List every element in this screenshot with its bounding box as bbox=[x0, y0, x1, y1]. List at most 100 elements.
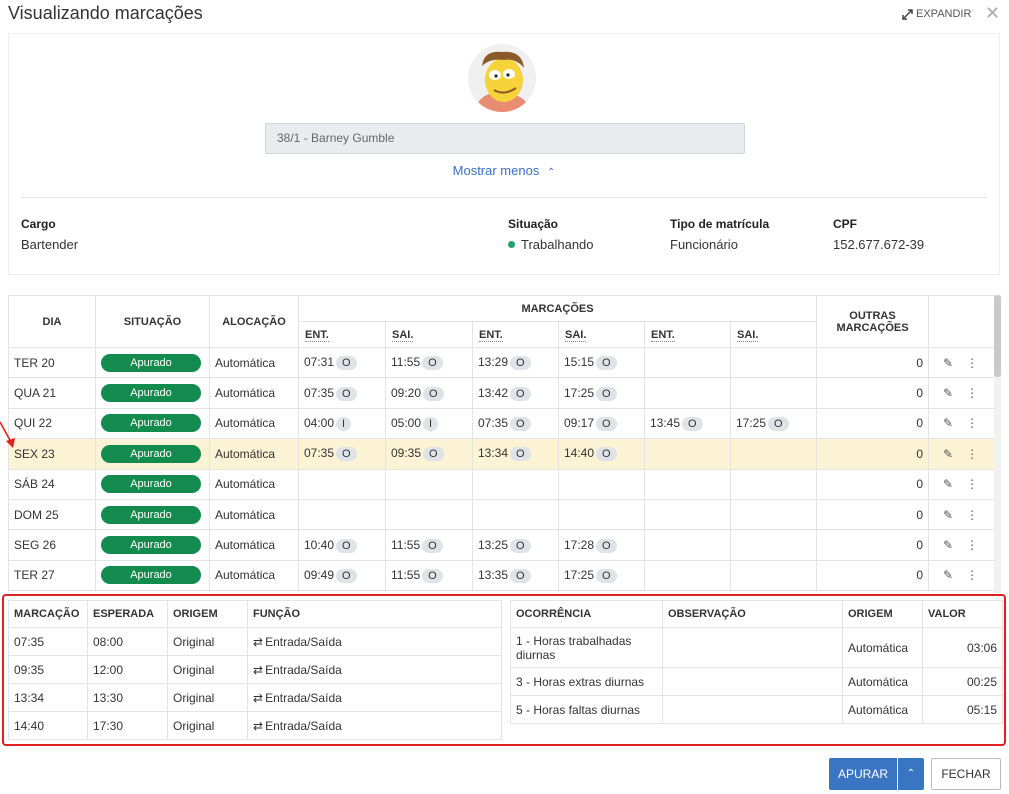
pencil-icon[interactable]: ✎ bbox=[943, 447, 953, 461]
table-row[interactable]: DOM 25 Apurado Automática 0 ✎ ⋮ bbox=[8, 498, 995, 531]
punch-origin-tag: O bbox=[336, 356, 357, 371]
scrollbar-thumb[interactable] bbox=[994, 295, 1001, 377]
other-punches-cell: 0 bbox=[816, 407, 929, 440]
expand-button[interactable]: EXPANDIR bbox=[902, 8, 971, 20]
more-vertical-icon[interactable]: ⋮ bbox=[966, 416, 978, 430]
punch-cell[interactable]: 11:55 O bbox=[385, 346, 473, 379]
occurrence-header: OBSERVAÇÃO bbox=[662, 600, 843, 628]
punch-cell[interactable]: 05:00 I bbox=[385, 407, 473, 440]
show-less-link[interactable]: Mostrar menos ⌃ bbox=[9, 163, 999, 178]
more-vertical-icon[interactable]: ⋮ bbox=[966, 538, 978, 552]
apurar-options-button[interactable]: ⌃ bbox=[898, 758, 924, 790]
table-row[interactable]: TER 20 Apurado Automática 07:31 O 11:55 O 13:29… bbox=[8, 346, 995, 379]
more-vertical-icon[interactable]: ⋮ bbox=[966, 508, 978, 522]
punch-cell[interactable]: 07:35 O bbox=[472, 407, 559, 440]
allocation-cell: Automática bbox=[209, 498, 299, 531]
punch-origin-tag: O bbox=[336, 386, 357, 401]
punch-cell bbox=[558, 468, 645, 500]
punch-cell[interactable]: 09:20 O bbox=[385, 377, 473, 409]
close-icon[interactable]: ✕ bbox=[985, 3, 1000, 24]
header-ent-2: ENT. bbox=[472, 321, 559, 348]
table-row[interactable]: SEG 26 Apurado Automática 10:40 O 11:55 O 13:25… bbox=[8, 529, 995, 561]
punch-cell[interactable]: 13:45 O bbox=[644, 407, 731, 440]
cpf-value: 152.677.672-39 bbox=[833, 237, 925, 252]
punch-cell[interactable]: 11:55 O bbox=[385, 559, 473, 592]
apurar-button[interactable]: APURAR bbox=[829, 758, 897, 790]
more-vertical-icon[interactable]: ⋮ bbox=[966, 477, 978, 491]
punch-cell[interactable]: 17:25 O bbox=[558, 377, 645, 409]
table-row[interactable]: QUA 21 Apurado Automática 07:35 O 09:20 O 13:42… bbox=[8, 377, 995, 409]
occurrence-cell: Automática bbox=[842, 695, 923, 724]
swap-icon: ⇄ bbox=[253, 634, 264, 649]
punch-origin-tag: O bbox=[510, 386, 531, 401]
cell-text: Original bbox=[173, 634, 215, 649]
pencil-icon[interactable]: ✎ bbox=[943, 386, 953, 400]
punch-cell[interactable]: 13:35 O bbox=[472, 559, 559, 592]
subheader-label: SAI. bbox=[737, 328, 759, 342]
status-badge: Apurado bbox=[101, 444, 201, 463]
fechar-button[interactable]: FECHAR bbox=[931, 758, 1001, 790]
table-row[interactable]: SEX 23 Apurado Automática 07:35 O 09:35 O 13:34… bbox=[8, 438, 995, 470]
table-scrollbar[interactable] bbox=[994, 295, 1001, 593]
pencil-icon[interactable]: ✎ bbox=[943, 568, 953, 582]
punch-cell[interactable]: 07:35 O bbox=[298, 438, 386, 470]
punch-detail-cell: 07:35 bbox=[8, 627, 88, 656]
punch-origin-tag: O bbox=[596, 416, 617, 431]
header-outras: OUTRAS MARCAÇÕES bbox=[816, 295, 929, 348]
pencil-icon[interactable]: ✎ bbox=[943, 477, 953, 491]
punch-time: 07:31 bbox=[304, 355, 335, 370]
employee-field[interactable]: 38/1 - Barney Gumble bbox=[265, 123, 745, 154]
punch-cell[interactable]: 09:35 O bbox=[385, 438, 473, 470]
punch-cell bbox=[385, 498, 473, 531]
punch-cell[interactable]: 09:17 O bbox=[558, 407, 645, 440]
punch-time: 09:35 bbox=[391, 446, 422, 461]
punch-detail-cell: 17:30 bbox=[87, 711, 168, 740]
punch-cell bbox=[644, 529, 731, 561]
more-vertical-icon[interactable]: ⋮ bbox=[966, 447, 978, 461]
table-row[interactable]: SÁB 24 Apurado Automática 0 ✎ ⋮ bbox=[8, 468, 995, 500]
punch-time: 11:55 bbox=[391, 355, 421, 370]
allocation-cell: Automática bbox=[209, 346, 299, 379]
punch-cell[interactable]: 07:31 O bbox=[298, 346, 386, 379]
punch-cell[interactable]: 15:15 O bbox=[558, 346, 645, 379]
header-sai-3: SAI. bbox=[730, 321, 817, 348]
punch-cell[interactable]: 09:49 O bbox=[298, 559, 386, 592]
punch-cell[interactable]: 17:25 O bbox=[730, 407, 817, 440]
pencil-icon[interactable]: ✎ bbox=[943, 416, 953, 430]
cell-text: Entrada/Saída bbox=[265, 718, 342, 733]
pencil-icon[interactable]: ✎ bbox=[943, 356, 953, 370]
allocation-cell: Automática bbox=[209, 559, 299, 592]
expand-icon bbox=[902, 8, 913, 20]
punch-time: 07:35 bbox=[304, 446, 335, 461]
punch-cell bbox=[644, 468, 731, 500]
punch-cell[interactable]: 11:55 O bbox=[385, 529, 473, 561]
punch-time: 07:35 bbox=[478, 415, 509, 430]
actions-cell: ✎ ⋮ bbox=[928, 529, 995, 561]
punch-cell[interactable]: 07:35 O bbox=[298, 377, 386, 409]
punch-cell[interactable]: 13:29 O bbox=[472, 346, 559, 379]
more-vertical-icon[interactable]: ⋮ bbox=[966, 386, 978, 400]
punch-cell[interactable]: 17:25 O bbox=[558, 559, 645, 592]
other-punches-cell: 0 bbox=[816, 346, 929, 379]
table-row[interactable]: QUI 22 Apurado Automática 04:00 I 05:00 I 07:35… bbox=[8, 407, 995, 440]
table-row[interactable]: TER 27 Apurado Automática 09:49 O 11:55 O 13:35… bbox=[8, 559, 995, 592]
punch-cell[interactable]: 04:00 I bbox=[298, 407, 386, 440]
punch-cell[interactable]: 10:40 O bbox=[298, 529, 386, 561]
occurrence-header: ORIGEM bbox=[842, 600, 923, 628]
pencil-icon[interactable]: ✎ bbox=[943, 508, 953, 522]
more-vertical-icon[interactable]: ⋮ bbox=[966, 568, 978, 582]
punch-origin-tag: O bbox=[510, 416, 531, 431]
punch-origin-tag: I bbox=[423, 416, 439, 431]
cell-text: Original bbox=[173, 718, 215, 733]
punch-cell[interactable]: 13:42 O bbox=[472, 377, 559, 409]
punch-cell[interactable]: 14:40 O bbox=[558, 438, 645, 470]
other-punches-cell: 0 bbox=[816, 468, 929, 500]
punch-cell[interactable]: 13:25 O bbox=[472, 529, 559, 561]
pencil-icon[interactable]: ✎ bbox=[943, 538, 953, 552]
punch-cell bbox=[730, 559, 817, 592]
punch-cell[interactable]: 17:28 O bbox=[558, 529, 645, 561]
more-vertical-icon[interactable]: ⋮ bbox=[966, 356, 978, 370]
divider bbox=[21, 197, 987, 198]
punch-origin-tag: O bbox=[336, 538, 357, 553]
punch-cell[interactable]: 13:34 O bbox=[472, 438, 559, 470]
